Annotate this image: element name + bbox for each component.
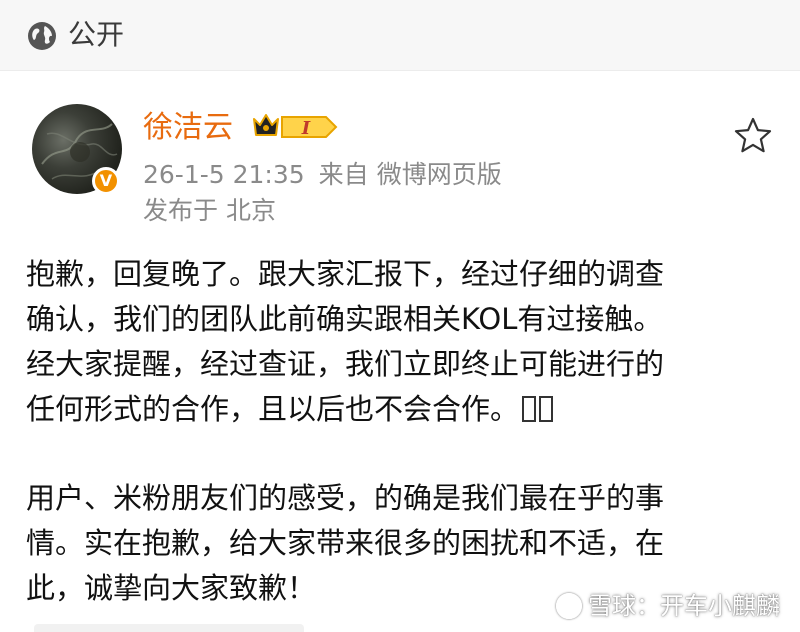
- next-card-edge: [34, 624, 304, 632]
- post-line-with-emoji: 任何形式的合作，且以后也不会合作。: [26, 387, 786, 432]
- username[interactable]: 徐洁云: [143, 108, 233, 148]
- visibility-label: 公开: [68, 18, 125, 51]
- location-city: 北京: [226, 196, 277, 225]
- post-line: 情。实在抱歉，给大家带来很多的困扰和不适，在: [26, 526, 665, 560]
- level-text: I: [301, 118, 311, 139]
- verified-badge: V: [92, 167, 120, 195]
- post-paragraph-1: 抱歉，回复晚了。跟大家汇报下，经过仔细的调查 确认，我们的团队此前确实跟相关KO…: [26, 252, 786, 432]
- crown-level-badge-icon[interactable]: I: [252, 111, 338, 143]
- location-prefix: 发布于: [143, 196, 219, 225]
- source-prefix: 来自: [318, 160, 369, 189]
- snowball-logo-icon: [556, 593, 582, 619]
- star-icon[interactable]: [733, 116, 773, 156]
- source-client: 微博网页版: [376, 160, 502, 189]
- post-line: 经大家提醒，经过查证，我们立即终止可能进行的: [26, 347, 665, 381]
- watermark: 雪球：开车小麒麟: [556, 590, 780, 622]
- post-line: 抱歉，回复晚了。跟大家汇报下，经过仔细的调查: [26, 257, 665, 291]
- missing-emoji-icon: [522, 396, 537, 422]
- missing-emoji-icon: [539, 396, 554, 422]
- post-line: 确认，我们的团队此前确实跟相关KOL有过接触。: [26, 302, 663, 336]
- timestamp: 26-1-5 21:35: [143, 160, 305, 189]
- post-line: 任何形式的合作，且以后也不会合作。: [26, 392, 520, 426]
- post-visibility-bar: 公开: [0, 0, 800, 71]
- watermark-text: 雪球：开车小麒麟: [588, 592, 780, 620]
- post-line: 用户、米粉朋友们的感受，的确是我们最在乎的事: [26, 481, 665, 515]
- post-meta: 26-1-5 21:35 来自 微博网页版: [143, 158, 502, 192]
- post-body: 抱歉，回复晚了。跟大家汇报下，经过仔细的调查 确认，我们的团队此前确实跟相关KO…: [26, 252, 786, 611]
- globe-icon: [28, 22, 56, 50]
- post-location: 发布于 北京: [143, 194, 276, 228]
